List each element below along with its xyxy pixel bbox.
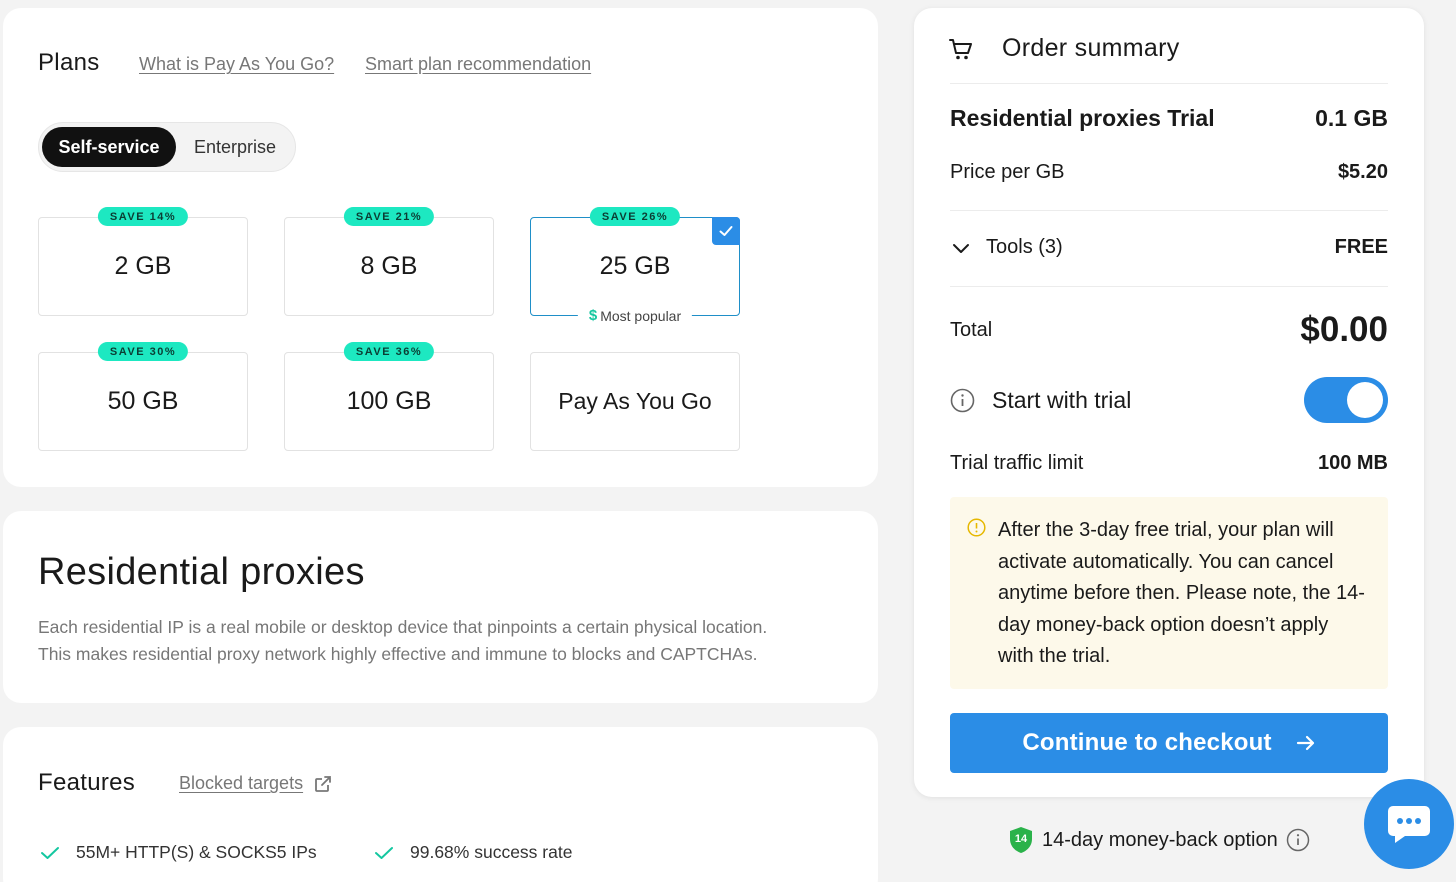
info-icon[interactable] bbox=[1286, 828, 1310, 852]
trial-limit-value: 100 MB bbox=[1317, 452, 1388, 474]
plan-option-100gb[interactable]: SAVE 36% 100 GB bbox=[284, 342, 494, 451]
trial-label-group: Start with trial bbox=[950, 387, 1131, 414]
save-badge: SAVE 36% bbox=[343, 342, 435, 361]
shield-icon: 14 bbox=[1008, 826, 1034, 854]
trial-toggle[interactable] bbox=[1304, 377, 1388, 423]
trial-label: Start with trial bbox=[992, 386, 1132, 413]
most-popular-tag: $ Most popular bbox=[577, 307, 693, 324]
plan-label: 8 GB bbox=[360, 252, 418, 280]
save-badge: SAVE 21% bbox=[343, 207, 435, 226]
smart-plan-link[interactable]: Smart plan recommendation bbox=[365, 54, 591, 75]
checkout-label: Continue to checkout bbox=[1022, 729, 1272, 756]
plan-label: 2 GB bbox=[114, 252, 172, 280]
trial-limit-row: Trial traffic limit 100 MB bbox=[950, 452, 1388, 475]
divider bbox=[950, 210, 1388, 211]
what-is-payg-link[interactable]: What is Pay As You Go? bbox=[139, 54, 334, 75]
tools-label: Tools (3) bbox=[986, 236, 1063, 258]
order-summary-header: Order summary bbox=[948, 34, 1180, 63]
product-name: Residential proxies Trial bbox=[950, 105, 1215, 131]
trial-notice-text: After the 3-day free trial, your plan wi… bbox=[998, 519, 1365, 667]
warning-info-icon bbox=[967, 518, 986, 537]
chat-support-button[interactable] bbox=[1364, 779, 1454, 869]
self-service-tab[interactable]: Self-service bbox=[42, 127, 176, 167]
dollar-icon: $ bbox=[588, 307, 598, 324]
description-line: This makes residential proxy network hig… bbox=[38, 644, 758, 664]
price-value: $5.20 bbox=[1337, 161, 1388, 183]
plan-option-50gb[interactable]: SAVE 30% 50 GB bbox=[38, 342, 248, 451]
feature-item: 99.68% success rate bbox=[374, 842, 572, 863]
plan-type-toggle: Self-service Enterprise bbox=[38, 122, 296, 172]
chevron-down-icon bbox=[953, 243, 969, 253]
product-row: Residential proxies Trial 0.1 GB bbox=[950, 105, 1388, 132]
check-icon bbox=[375, 846, 393, 859]
enterprise-tab[interactable]: Enterprise bbox=[179, 127, 291, 167]
arrow-right-icon bbox=[1296, 735, 1314, 751]
save-badge: SAVE 30% bbox=[97, 342, 189, 361]
total-label: Total bbox=[950, 318, 993, 341]
feature-label: 99.68% success rate bbox=[410, 842, 573, 862]
trial-limit-label: Trial traffic limit bbox=[950, 452, 1084, 474]
features-card: Features Blocked targets 55M+ HTTP(S) & … bbox=[3, 727, 878, 882]
cart-icon bbox=[949, 38, 972, 59]
divider bbox=[950, 286, 1388, 287]
divider bbox=[950, 83, 1388, 84]
plans-title: Plans bbox=[38, 49, 100, 76]
money-back-note: 14 14-day money-back option bbox=[1008, 826, 1310, 854]
plans-card: Plans What is Pay As You Go? Smart plan … bbox=[3, 8, 878, 487]
plan-option-25gb[interactable]: SAVE 26% 25 GB $ Most popular bbox=[530, 207, 740, 324]
most-popular-label: Most popular bbox=[600, 307, 682, 324]
selected-check-icon bbox=[712, 217, 740, 245]
product-amount: 0.1 GB bbox=[1315, 105, 1388, 131]
tools-toggle[interactable]: Tools (3) bbox=[950, 236, 1063, 259]
plan-option-2gb[interactable]: SAVE 14% 2 GB bbox=[38, 207, 248, 316]
residential-description: Each residential IP is a real mobile or … bbox=[38, 614, 838, 668]
chat-bubble-icon bbox=[1388, 806, 1430, 843]
total-row: Total $0.00 bbox=[950, 310, 1388, 350]
plan-label: Pay As You Go bbox=[558, 388, 712, 414]
trial-row: Start with trial bbox=[950, 377, 1388, 423]
plan-label: 25 GB bbox=[599, 252, 671, 280]
plan-option-payg[interactable]: Pay As You Go bbox=[530, 352, 740, 451]
info-icon[interactable] bbox=[950, 388, 975, 413]
trial-notice: After the 3-day free trial, your plan wi… bbox=[950, 497, 1388, 689]
money-back-label: 14-day money-back option bbox=[1042, 828, 1278, 851]
blocked-targets-link[interactable]: Blocked targets bbox=[179, 773, 333, 794]
residential-info-card: Residential proxies Each residential IP … bbox=[3, 511, 878, 703]
total-value: $0.00 bbox=[1300, 310, 1388, 349]
check-icon bbox=[41, 846, 59, 859]
plan-label: 100 GB bbox=[346, 387, 432, 415]
feature-label: 55M+ HTTP(S) & SOCKS5 IPs bbox=[76, 842, 317, 862]
save-badge: SAVE 14% bbox=[97, 207, 189, 226]
order-summary-card: Order summary Residential proxies Trial … bbox=[914, 8, 1424, 797]
price-row: Price per GB $5.20 bbox=[950, 161, 1388, 184]
price-label: Price per GB bbox=[950, 161, 1065, 183]
tools-row[interactable]: Tools (3) FREE bbox=[950, 236, 1388, 259]
tools-value: FREE bbox=[1334, 236, 1388, 258]
plan-label: 50 GB bbox=[107, 387, 179, 415]
external-link-icon bbox=[315, 775, 331, 792]
continue-to-checkout-button[interactable]: Continue to checkout bbox=[950, 713, 1388, 773]
blocked-targets-label: Blocked targets bbox=[179, 773, 304, 793]
order-summary-title: Order summary bbox=[1002, 34, 1180, 62]
shield-badge-number: 14 bbox=[1014, 833, 1028, 845]
plan-option-8gb[interactable]: SAVE 21% 8 GB bbox=[284, 207, 494, 316]
feature-item: 55M+ HTTP(S) & SOCKS5 IPs bbox=[40, 842, 317, 863]
save-badge: SAVE 26% bbox=[589, 207, 681, 226]
features-title: Features bbox=[38, 769, 136, 796]
description-line: Each residential IP is a real mobile or … bbox=[38, 617, 768, 637]
toggle-knob bbox=[1347, 382, 1383, 418]
residential-title: Residential proxies bbox=[38, 551, 365, 593]
